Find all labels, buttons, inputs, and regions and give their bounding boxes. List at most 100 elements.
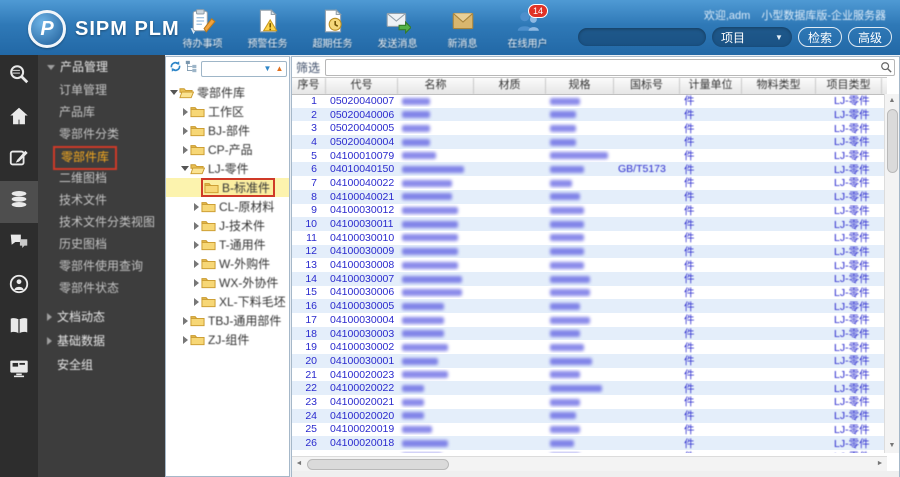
table-row[interactable]: 2404100020020件LJ-零件F bbox=[292, 408, 887, 423]
table-row[interactable]: 405020040004件LJ-零件L bbox=[292, 135, 887, 149]
scroll-down-icon[interactable]: ▼ bbox=[885, 439, 899, 453]
table-row[interactable]: 804100040021件LJ-零件F bbox=[292, 189, 887, 204]
sidebar-item-order-mgmt[interactable]: 订单管理 bbox=[38, 79, 165, 101]
table-row[interactable]: 1304100030008件LJ-零件E bbox=[292, 258, 887, 272]
col-header-4[interactable]: 规格 bbox=[546, 78, 614, 94]
tree-node-4[interactable]: LJ-零件 bbox=[166, 159, 289, 178]
locate-down-icon[interactable]: ▼ bbox=[262, 63, 273, 74]
tree-node-5[interactable]: B-标准件 bbox=[166, 178, 289, 197]
tree-node-7[interactable]: J-技术件 bbox=[166, 216, 289, 235]
toolbar-item-online-users[interactable]: 在线用户 14 bbox=[495, 4, 560, 50]
col-header-7[interactable]: 物料类型 bbox=[742, 78, 816, 94]
nav-chat-button[interactable] bbox=[0, 223, 38, 265]
table-row[interactable]: 1204100030009件LJ-零件E bbox=[292, 244, 887, 259]
col-header-2[interactable]: 名称 bbox=[398, 78, 474, 94]
toolbar-item-new-messages[interactable]: 新消息 bbox=[430, 8, 495, 50]
table-row[interactable]: 1704100030004件LJ-零件E bbox=[292, 313, 887, 327]
table-row[interactable]: 704100040022件LJ-零件F bbox=[292, 176, 887, 190]
sidebar-item-parts-usage-query[interactable]: 零部件使用查询 bbox=[38, 255, 165, 277]
sidebar-item-tech-doc-class-view[interactable]: 技术文件分类视图 bbox=[38, 211, 165, 233]
table-header-row: 序号 代号 名称 材质 规格 国标号 计量单位 物料类型 项目类型 bbox=[292, 77, 887, 95]
col-header-5[interactable]: 国标号 bbox=[614, 78, 680, 94]
sidebar-group-product-mgmt[interactable]: 产品管理 bbox=[38, 55, 165, 79]
table-row[interactable]: 504100010079件LJ-零件L bbox=[292, 149, 887, 163]
scroll-right-icon[interactable]: ► bbox=[873, 457, 887, 471]
table-row[interactable]: 2504100020019件LJ-零件P bbox=[292, 423, 887, 437]
search-scope-dropdown[interactable]: 项目 ▼ bbox=[711, 27, 792, 47]
table-row[interactable]: 2104100020023件LJ-零件L bbox=[292, 368, 887, 382]
vscroll-thumb[interactable] bbox=[887, 109, 898, 173]
table-row[interactable]: 904100030012件LJ-零件P bbox=[292, 204, 887, 218]
tree-node-1[interactable]: 工作区 bbox=[166, 102, 289, 121]
search-button[interactable]: 检索 bbox=[797, 27, 842, 47]
tree-node-11[interactable]: XL-下料毛坯 bbox=[166, 292, 289, 311]
table-row[interactable]: 305020040005件LJ-零件E bbox=[292, 121, 887, 135]
nav-fulltext-search-button[interactable] bbox=[0, 55, 38, 97]
table-row[interactable]: 1604100030005件LJ-零件E bbox=[292, 299, 887, 313]
masked-name bbox=[402, 234, 458, 242]
table-row[interactable]: 2004100030001件LJ-零件L bbox=[292, 354, 887, 368]
tree-node-10[interactable]: WX-外协件 bbox=[166, 273, 289, 292]
table-row[interactable]: 1504100030006件LJ-零件E bbox=[292, 286, 887, 300]
sidebar-item-parts-classify[interactable]: 零部件分类 bbox=[38, 123, 165, 145]
table-row[interactable]: 1804100030003件LJ-零件E bbox=[292, 326, 887, 341]
table-row[interactable]: 604010040150GB/T5173件LJ-零件D bbox=[292, 162, 887, 177]
sidebar-item-product-lib[interactable]: 产品库 bbox=[38, 101, 165, 123]
tree-node-6[interactable]: CL-原材料 bbox=[166, 197, 289, 216]
locate-up-icon[interactable]: ▲ bbox=[274, 63, 285, 74]
toolbar-item-send-message[interactable]: 发送消息 bbox=[365, 8, 430, 50]
sidebar-group-security[interactable]: 安全组 bbox=[38, 353, 165, 377]
tree-node-3[interactable]: CP-产品 bbox=[166, 140, 289, 159]
tree-view-icon[interactable] bbox=[185, 60, 198, 78]
toolbar-item-overdue-tasks[interactable]: 超期任务 bbox=[300, 8, 365, 50]
sidebar-item-parts-status[interactable]: 零部件状态 bbox=[38, 277, 165, 299]
scroll-left-icon[interactable]: ◄ bbox=[292, 457, 306, 471]
col-header-8[interactable]: 项目类型 bbox=[816, 78, 882, 94]
sidebar-group-base-data[interactable]: 基础数据 bbox=[38, 329, 165, 353]
toolbar-item-alert-tasks[interactable]: 预警任务 bbox=[235, 8, 300, 50]
table-row[interactable]: 1004100030011件LJ-零件F bbox=[292, 217, 887, 231]
vertical-scrollbar[interactable]: ▲ ▼ bbox=[884, 94, 899, 453]
table-row[interactable]: 2204100020022件LJ-零件D bbox=[292, 381, 887, 396]
hscroll-thumb[interactable] bbox=[307, 459, 449, 470]
table-row[interactable]: 2604100020018件LJ-零件P bbox=[292, 436, 887, 450]
toolbar-item-todo-tasks[interactable]: 待办事项 bbox=[170, 8, 235, 50]
tree-node-13[interactable]: ZJ-组件 bbox=[166, 330, 289, 349]
tree-node-9[interactable]: W-外购件 bbox=[166, 254, 289, 273]
nav-database-button[interactable] bbox=[0, 181, 38, 223]
col-header-9[interactable] bbox=[882, 78, 887, 94]
table-row[interactable]: 1404100030007件LJ-零件E bbox=[292, 271, 887, 286]
table-row[interactable]: 205020040006件LJ-零件E bbox=[292, 107, 887, 122]
table-row[interactable]: 件 LJ-零件 bbox=[292, 450, 887, 453]
col-header-0[interactable]: 序号 bbox=[292, 78, 326, 94]
tree-node-8[interactable]: T-通用件 bbox=[166, 235, 289, 254]
sidebar-item-2d-drawings[interactable]: 二维图档 bbox=[38, 167, 165, 189]
tree-search-input[interactable]: ▼ ▲ bbox=[201, 61, 287, 77]
table-row[interactable]: 105020040007件LJ-零件E bbox=[292, 94, 887, 108]
nav-broadcast-button[interactable] bbox=[0, 265, 38, 307]
col-header-6[interactable]: 计量单位 bbox=[680, 78, 742, 94]
sidebar-item-tech-docs[interactable]: 技术文件 bbox=[38, 189, 165, 211]
table-row[interactable]: 1104100030010件LJ-零件F bbox=[292, 231, 887, 245]
nav-edit-button[interactable] bbox=[0, 139, 38, 181]
magnifier-icon[interactable] bbox=[880, 61, 892, 73]
col-header-3[interactable]: 材质 bbox=[474, 78, 546, 94]
nav-home-button[interactable] bbox=[0, 97, 38, 139]
global-search-input[interactable] bbox=[577, 28, 706, 46]
filter-input[interactable] bbox=[328, 60, 873, 75]
tree-node-2[interactable]: BJ-部件 bbox=[166, 121, 289, 140]
horizontal-scrollbar[interactable]: ◄ ► bbox=[292, 456, 887, 471]
tree-node-12[interactable]: TBJ-通用部件 bbox=[166, 311, 289, 330]
table-row[interactable]: 2304100020021件LJ-零件F bbox=[292, 395, 887, 409]
nav-book-button[interactable] bbox=[0, 307, 38, 349]
advanced-search-button[interactable]: 高级 bbox=[847, 27, 892, 47]
nav-monitor-button[interactable] bbox=[0, 349, 38, 391]
table-row[interactable]: 1904100030002件LJ-零件E bbox=[292, 340, 887, 354]
sidebar-group-doc-activity[interactable]: 文档动态 bbox=[38, 305, 165, 329]
col-header-1[interactable]: 代号 bbox=[326, 78, 398, 94]
refresh-icon[interactable] bbox=[169, 60, 182, 78]
left-icon-strip bbox=[0, 55, 38, 477]
sidebar-item-history-drawings[interactable]: 历史图档 bbox=[38, 233, 165, 255]
scroll-up-icon[interactable]: ▲ bbox=[885, 94, 899, 108]
tree-node-0[interactable]: 零部件库 bbox=[166, 83, 289, 102]
